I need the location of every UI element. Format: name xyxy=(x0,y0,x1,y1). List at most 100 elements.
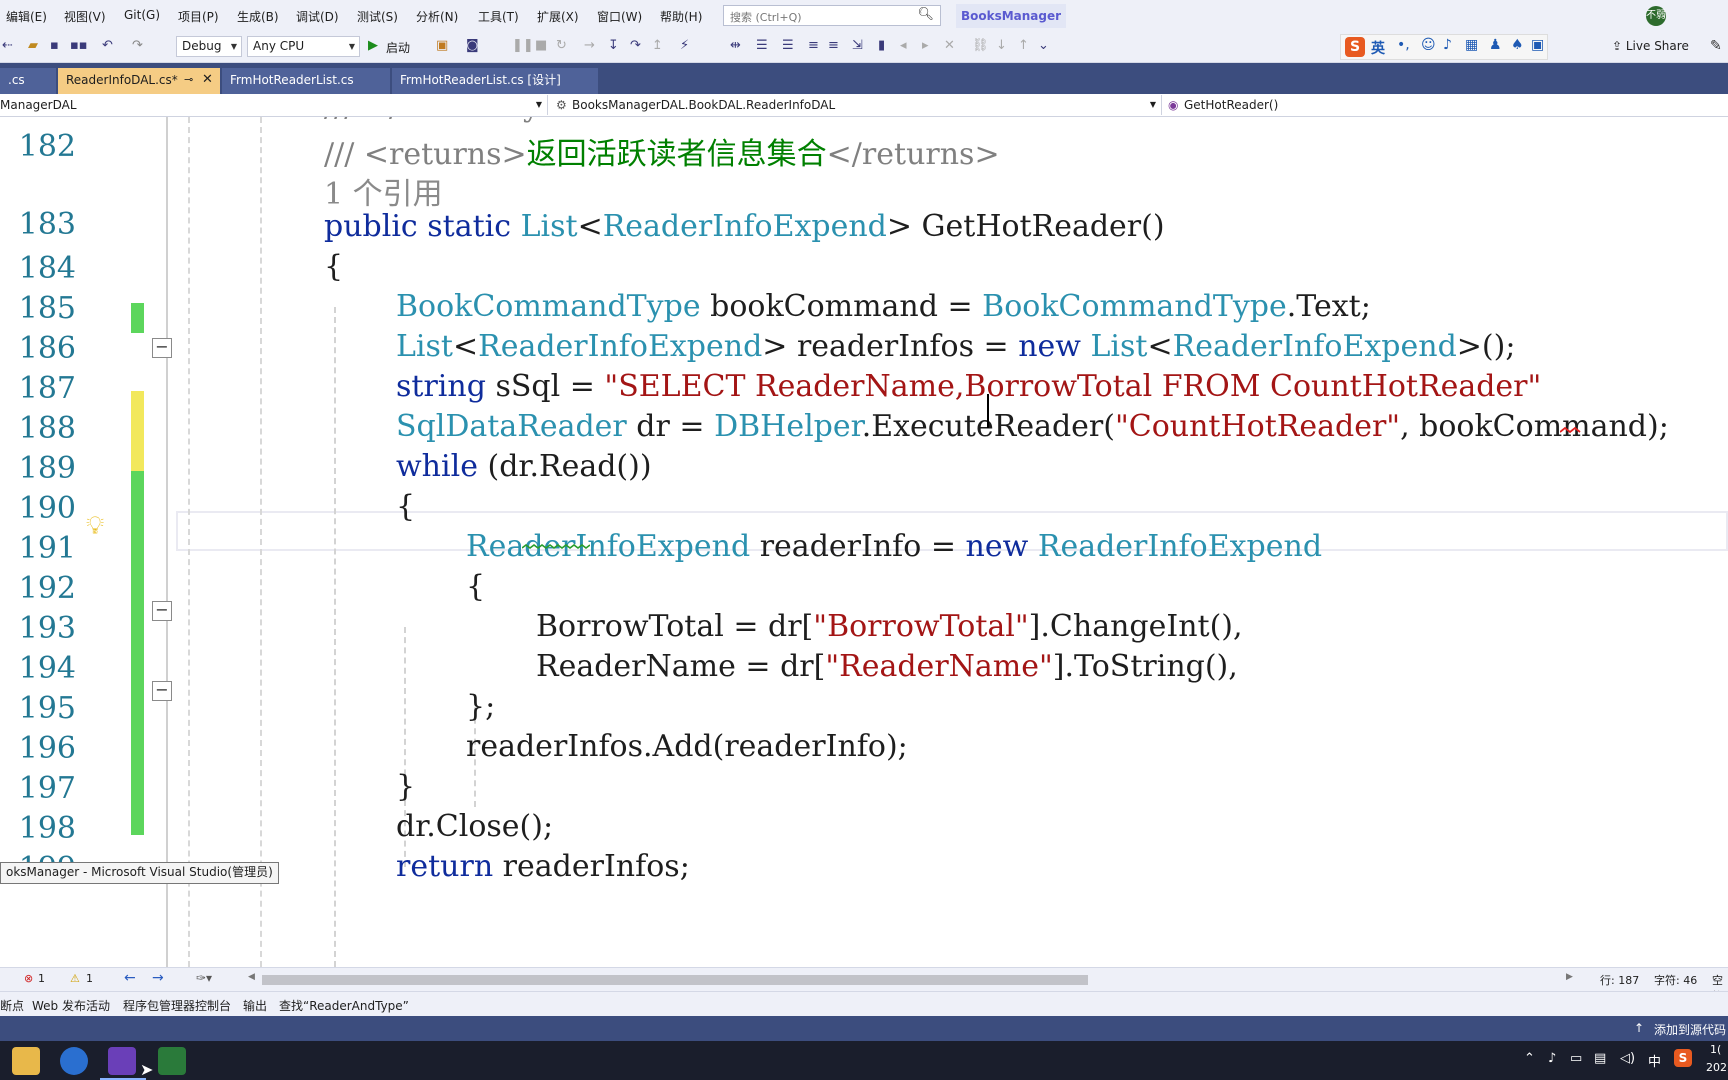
lightbulb-icon[interactable]: 💡︎ xyxy=(86,511,104,542)
prev-bookmark-icon[interactable]: ◂ xyxy=(900,38,907,53)
next-bookmark-icon[interactable]: ▸ xyxy=(922,38,929,53)
visual-studio-icon[interactable] xyxy=(108,1047,136,1075)
mic-icon[interactable]: ♪ xyxy=(1443,37,1452,53)
step-over-icon[interactable]: ↷ xyxy=(630,38,641,53)
tab-partial[interactable]: .cs xyxy=(0,68,56,94)
network-icon[interactable]: ▤ xyxy=(1594,1051,1606,1066)
step-into-icon[interactable]: ↧ xyxy=(608,38,619,53)
start-button[interactable]: 启动 xyxy=(386,39,410,56)
battery-icon[interactable]: ▭ xyxy=(1570,1051,1582,1066)
tab-breakpoints[interactable]: 断点 xyxy=(0,997,24,1014)
stop-icon[interactable]: ■ xyxy=(535,38,547,53)
tab-output[interactable]: 输出 xyxy=(243,997,267,1014)
config-select[interactable]: Debug ▼ xyxy=(176,36,242,57)
camera-icon[interactable]: ◙ xyxy=(466,38,479,53)
project-dropdown[interactable]: ManagerDAL ▼ xyxy=(0,95,548,115)
undo-icon[interactable]: ↶ xyxy=(102,38,113,53)
class-dropdown[interactable]: ⚙ BooksManagerDAL.BookDAL.ReaderInfoDAL ▼ xyxy=(552,95,1162,115)
search-input[interactable]: 搜索 (Ctrl+Q) 🔍︎ xyxy=(723,5,941,26)
tab-readerinfodal[interactable]: ReaderInfoDAL.cs* ⊸ ✕ xyxy=(58,68,220,94)
error-count[interactable]: 1 xyxy=(38,972,45,985)
collapse-toggle[interactable]: − xyxy=(152,338,172,358)
clear-bookmark-icon[interactable]: ✕ xyxy=(944,38,955,53)
line-indicator[interactable]: 行: 187 xyxy=(1600,972,1639,988)
arrow-up-icon[interactable]: ↑ xyxy=(1018,38,1029,53)
volume-icon[interactable]: ◁) xyxy=(1620,1051,1635,1066)
excel-icon[interactable] xyxy=(158,1047,186,1075)
close-icon[interactable]: ✕ xyxy=(202,68,213,92)
punct-icon[interactable]: •, xyxy=(1397,37,1410,53)
account-avatar[interactable]: 不弱 xyxy=(1646,6,1666,26)
menu-test[interactable]: 测试(S) xyxy=(357,8,398,25)
menu-analyze[interactable]: 分析(N) xyxy=(416,8,458,25)
warning-icon[interactable]: ⚠ xyxy=(70,972,80,985)
bookmark-icon[interactable]: ▮ xyxy=(878,38,885,53)
tab-find-results[interactable]: 查找“ReaderAndType” xyxy=(279,997,409,1014)
menu-tools[interactable]: 工具(T) xyxy=(478,8,519,25)
warning-count[interactable]: 1 xyxy=(86,972,93,985)
link-icon[interactable]: ⛓ xyxy=(972,38,989,53)
code-editor[interactable]: 181 182 183 184 185 186 187 188 189 190 … xyxy=(0,117,1728,967)
collapse-toggle[interactable]: − xyxy=(152,601,172,621)
outdent-icon[interactable]: ☰ xyxy=(782,38,794,53)
indent-icon[interactable]: ☰ xyxy=(756,38,768,53)
nav-back-icon[interactable]: ⇠ xyxy=(2,38,13,53)
app-s-icon[interactable] xyxy=(60,1047,88,1075)
sogou-logo-icon[interactable]: S xyxy=(1345,37,1365,57)
save-all-icon[interactable]: ▪▪ xyxy=(70,38,88,53)
add-to-source-control[interactable]: 添加到源代码 xyxy=(1654,1021,1726,1038)
mic-icon[interactable]: ♪ xyxy=(1548,1051,1556,1066)
scroll-left-icon[interactable]: ◀ xyxy=(248,972,255,982)
arrow-left-icon[interactable]: ← xyxy=(124,970,136,986)
uncomment-icon[interactable]: ≡ xyxy=(828,38,839,53)
ime-indicator[interactable]: 中 xyxy=(1648,1051,1661,1070)
menu-git[interactable]: Git(G) xyxy=(124,8,160,22)
sogou-tray-icon[interactable]: S xyxy=(1674,1049,1692,1067)
step-out-icon[interactable]: ↥ xyxy=(652,38,663,53)
tab-frmhotreaderlist[interactable]: FrmHotReaderList.cs xyxy=(222,68,390,94)
menu-edit[interactable]: 编辑(E) xyxy=(6,8,47,25)
show-next-icon[interactable]: → xyxy=(584,38,595,53)
keyboard-icon[interactable]: ▦ xyxy=(1465,37,1478,53)
menu-extensions[interactable]: 扩展(X) xyxy=(537,8,579,25)
clock-date[interactable]: 202 xyxy=(1706,1061,1727,1074)
live-share-button[interactable]: ⇪ Live Share xyxy=(1612,39,1689,53)
member-dropdown[interactable]: ◉ GetHotReader() xyxy=(1164,95,1728,115)
menu-view[interactable]: 视图(V) xyxy=(64,8,106,25)
wrap-icon[interactable]: ⇲ xyxy=(852,38,863,53)
open-folder-icon[interactable]: ▰ xyxy=(28,38,38,53)
arrow-down-icon[interactable]: ↓ xyxy=(996,38,1007,53)
pin-icon[interactable]: ⊸ xyxy=(184,68,193,92)
feedback-icon[interactable]: ✎ xyxy=(1710,38,1722,54)
platform-select[interactable]: Any CPU ▼ xyxy=(247,36,360,57)
brush-icon[interactable]: ✑▾ xyxy=(196,971,212,985)
tab-package-manager[interactable]: 程序包管理器控制台 xyxy=(123,997,231,1014)
menu-build[interactable]: 生成(B) xyxy=(237,8,279,25)
comment-icon[interactable]: ≡ xyxy=(808,38,819,53)
toolbox-icon[interactable]: ▣ xyxy=(1531,37,1544,53)
pause-icon[interactable]: ❚❚ xyxy=(512,38,534,53)
ime-lang-toggle[interactable]: 英 xyxy=(1371,38,1385,58)
file-explorer-icon[interactable] xyxy=(12,1047,40,1075)
menu-window[interactable]: 窗口(W) xyxy=(597,8,642,25)
skin-icon[interactable]: ♠ xyxy=(1511,37,1524,53)
tab-web-publish[interactable]: Web 发布活动 xyxy=(32,997,110,1014)
error-icon[interactable]: ⊗ xyxy=(24,972,33,985)
chevron-up-icon[interactable]: ⌃ xyxy=(1524,1051,1535,1066)
column-indicator[interactable]: 字符: 46 xyxy=(1654,972,1697,988)
horizontal-scrollbar-thumb[interactable] xyxy=(262,975,1088,985)
collapse-toggle[interactable]: − xyxy=(152,681,172,701)
menu-project[interactable]: 项目(P) xyxy=(178,8,219,25)
redo-icon[interactable]: ↷ xyxy=(132,38,143,53)
hot-reload-icon[interactable]: ⚡ xyxy=(680,38,689,53)
tab-frmhotreaderlist-designer[interactable]: FrmHotReaderList.cs [设计] xyxy=(392,68,598,94)
browse-icon[interactable]: ▣ xyxy=(436,38,448,53)
menu-debug[interactable]: 调试(D) xyxy=(296,8,339,25)
menu-help[interactable]: 帮助(H) xyxy=(660,8,702,25)
scroll-right-icon[interactable]: ▶ xyxy=(1566,972,1573,982)
user-icon[interactable]: ♟ xyxy=(1489,37,1502,53)
restart-icon[interactable]: ↻ xyxy=(556,38,567,53)
start-icon[interactable]: ▶ xyxy=(368,38,378,53)
save-icon[interactable]: ▪ xyxy=(50,38,59,53)
code-lens-references[interactable]: 1 个引用 xyxy=(324,169,443,213)
